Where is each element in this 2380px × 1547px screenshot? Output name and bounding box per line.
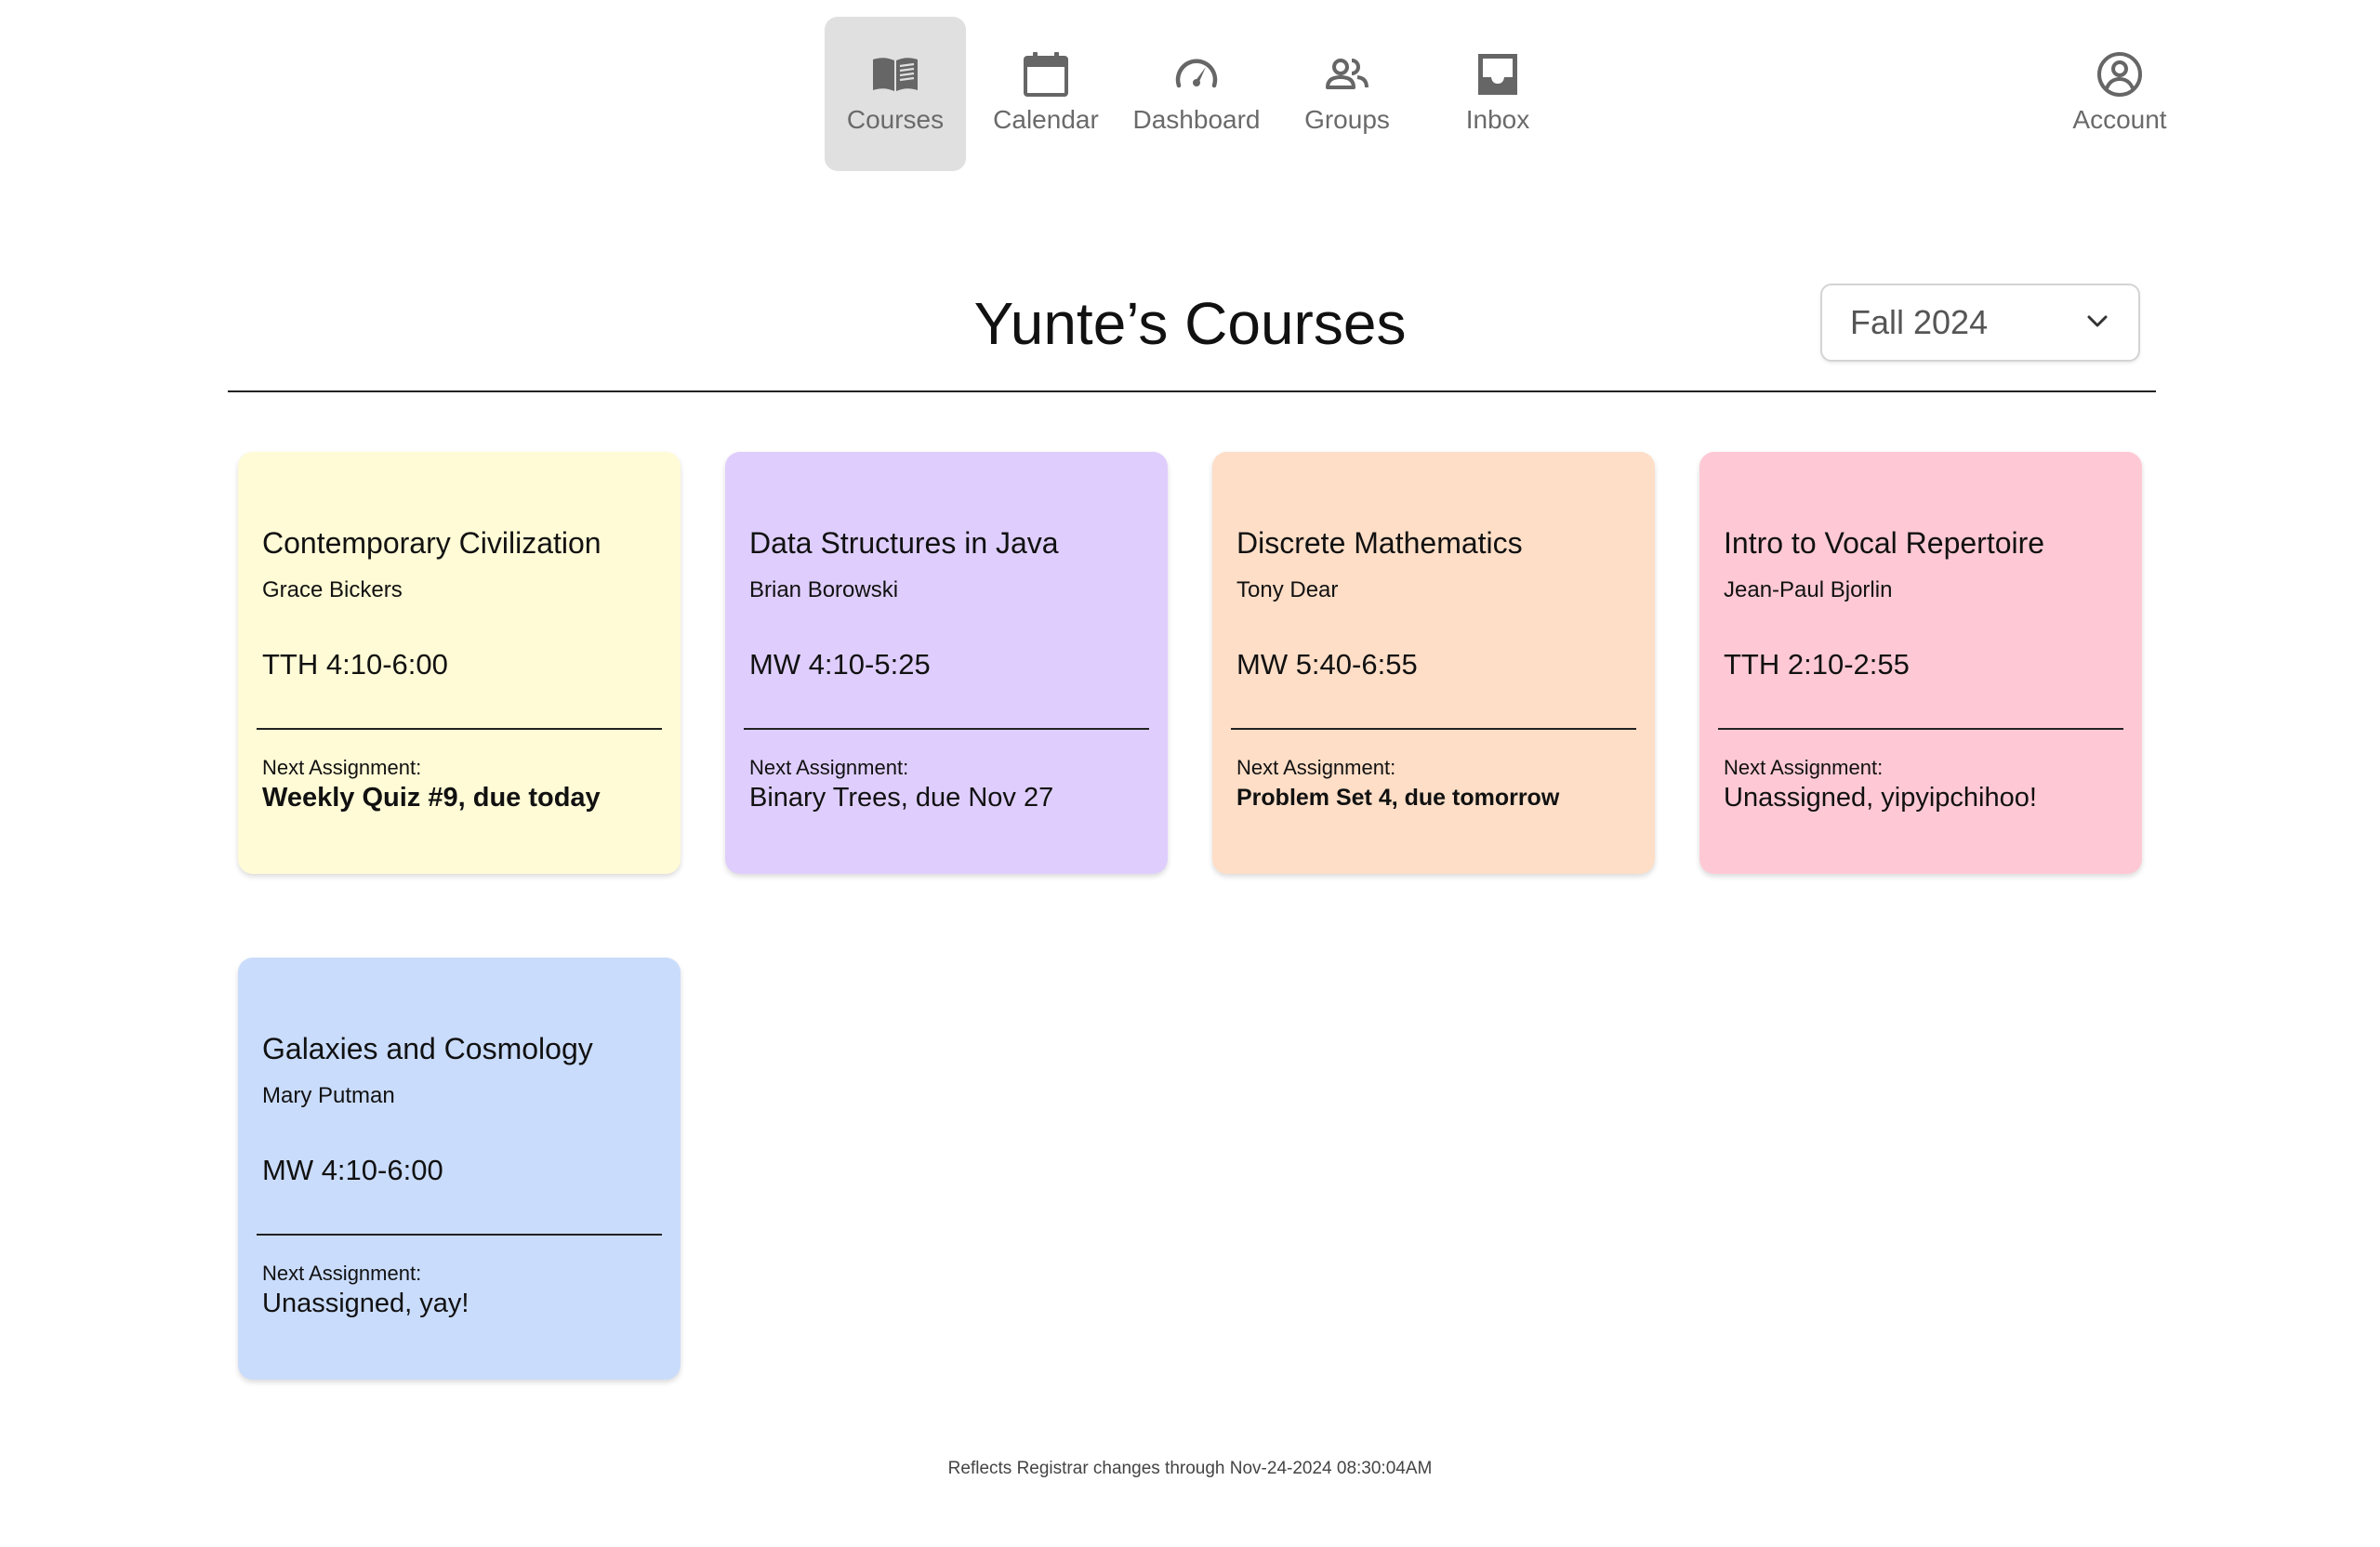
course-card-galaxies-cosmology[interactable]: Galaxies and Cosmology Mary Putman MW 4:… bbox=[238, 958, 681, 1380]
next-assignment-label: Next Assignment: bbox=[749, 756, 909, 779]
card-divider bbox=[744, 728, 1149, 730]
next-assignment-value: Unassigned, yay! bbox=[262, 1289, 469, 1318]
next-assignment-label: Next Assignment: bbox=[262, 756, 422, 779]
course-title: Intro to Vocal Repertoire bbox=[1724, 526, 2045, 560]
next-assignment-label: Next Assignment: bbox=[1236, 756, 1396, 779]
account-label: Account bbox=[2072, 105, 2167, 134]
main-nav: Courses Calendar Dashboard Groups Inbox bbox=[825, 17, 1568, 171]
next-assignment-value[interactable]: Problem Set 4, due tomorrow bbox=[1236, 781, 1559, 814]
term-dropdown[interactable]: Fall 2024 bbox=[1820, 284, 2140, 362]
course-card-discrete-mathematics[interactable]: Discrete Mathematics Tony Dear MW 5:40-6… bbox=[1212, 452, 1655, 874]
card-divider bbox=[1231, 728, 1636, 730]
nav-courses[interactable]: Courses bbox=[825, 17, 966, 171]
card-divider bbox=[1718, 728, 2123, 730]
nav-dashboard[interactable]: Dashboard bbox=[1126, 17, 1267, 171]
people-icon bbox=[1321, 48, 1373, 100]
calendar-icon bbox=[1020, 48, 1072, 100]
course-title: Galaxies and Cosmology bbox=[262, 1032, 593, 1065]
nav-calendar-label: Calendar bbox=[993, 105, 1099, 134]
header-divider bbox=[228, 390, 2156, 392]
nav-groups[interactable]: Groups bbox=[1276, 17, 1418, 171]
inbox-icon bbox=[1472, 48, 1524, 100]
course-instructor: Brian Borowski bbox=[749, 577, 899, 602]
course-schedule: MW 4:10-5:25 bbox=[749, 648, 931, 681]
course-card-contemporary-civilization[interactable]: Contemporary Civilization Grace Bickers … bbox=[238, 452, 681, 874]
course-schedule: TTH 4:10-6:00 bbox=[262, 648, 448, 681]
next-assignment-value[interactable]: Weekly Quiz #9, due today bbox=[262, 781, 601, 814]
next-assignment-label: Next Assignment: bbox=[262, 1262, 422, 1285]
course-title: Data Structures in Java bbox=[749, 526, 1059, 560]
course-card-vocal-repertoire[interactable]: Intro to Vocal Repertoire Jean-Paul Bjor… bbox=[1699, 452, 2142, 874]
course-grid: Contemporary Civilization Grace Bickers … bbox=[238, 452, 2142, 1380]
course-instructor: Grace Bickers bbox=[262, 577, 403, 602]
course-schedule: TTH 2:10-2:55 bbox=[1724, 648, 1910, 681]
next-assignment-value[interactable]: Binary Trees, due Nov 27 bbox=[749, 781, 1053, 814]
nav-dashboard-label: Dashboard bbox=[1132, 105, 1261, 134]
nav-groups-label: Groups bbox=[1304, 105, 1390, 134]
course-title: Contemporary Civilization bbox=[262, 526, 602, 560]
course-instructor: Jean-Paul Bjorlin bbox=[1724, 577, 1893, 602]
term-selected-value: Fall 2024 bbox=[1850, 303, 1989, 341]
nav-courses-label: Courses bbox=[846, 105, 945, 134]
course-schedule: MW 5:40-6:55 bbox=[1236, 648, 1418, 681]
card-divider bbox=[257, 1234, 662, 1236]
course-title: Discrete Mathematics bbox=[1236, 526, 1523, 560]
course-card-data-structures[interactable]: Data Structures in Java Brian Borowski M… bbox=[725, 452, 1168, 874]
course-schedule: MW 4:10-6:00 bbox=[262, 1154, 443, 1186]
chevron-down-icon bbox=[2082, 306, 2112, 340]
registrar-update-note: Reflects Registrar changes through Nov-2… bbox=[947, 1459, 1433, 1478]
nav-inbox[interactable]: Inbox bbox=[1427, 17, 1568, 171]
book-open-icon bbox=[869, 48, 921, 100]
course-instructor: Mary Putman bbox=[262, 1083, 395, 1108]
account-circle-icon bbox=[2094, 48, 2146, 100]
course-instructor: Tony Dear bbox=[1236, 577, 1339, 602]
next-assignment-value: Unassigned, yipyipchihoo! bbox=[1724, 783, 2037, 813]
card-divider bbox=[257, 728, 662, 730]
speedometer-icon bbox=[1170, 48, 1223, 100]
nav-inbox-label: Inbox bbox=[1465, 105, 1530, 134]
account-button[interactable]: Account bbox=[2049, 17, 2190, 171]
next-assignment-label: Next Assignment: bbox=[1724, 756, 1884, 779]
nav-calendar[interactable]: Calendar bbox=[975, 17, 1117, 171]
